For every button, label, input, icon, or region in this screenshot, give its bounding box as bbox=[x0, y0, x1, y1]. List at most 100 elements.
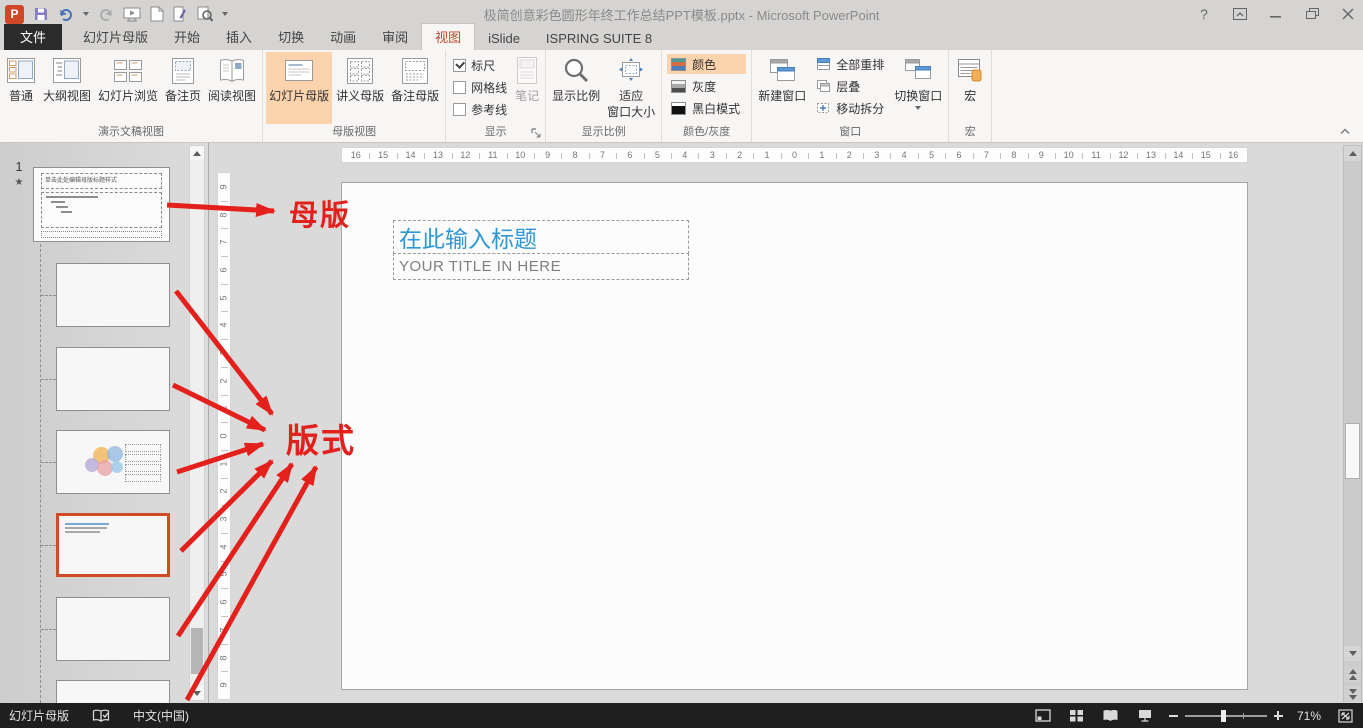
canvas-scrollbar[interactable] bbox=[1343, 145, 1362, 702]
zoom-in-button[interactable] bbox=[1274, 711, 1283, 720]
hruler-number: 11 bbox=[479, 148, 506, 162]
layout-thumbnail-7[interactable] bbox=[56, 680, 170, 703]
black-white-label: 黑白模式 bbox=[692, 100, 740, 117]
normal-view-status-icon[interactable] bbox=[1033, 706, 1053, 726]
arrange-all-button[interactable]: 全部重排 bbox=[812, 54, 888, 74]
slideshow-status-icon[interactable] bbox=[1135, 706, 1155, 726]
tab-切换[interactable]: 切换 bbox=[265, 24, 317, 50]
guides-checkbox[interactable] bbox=[453, 103, 466, 116]
reading-view-status-icon[interactable] bbox=[1101, 706, 1121, 726]
arrange-all-label: 全部重排 bbox=[836, 56, 884, 73]
new-window-button[interactable]: 新建窗口 bbox=[755, 52, 809, 124]
tab-插入[interactable]: 插入 bbox=[213, 24, 265, 50]
ruler-checkbox-row[interactable]: 标尺 bbox=[453, 54, 507, 76]
canvas-scroll-up-icon[interactable] bbox=[1344, 146, 1361, 161]
ruler-checkbox[interactable] bbox=[453, 59, 466, 72]
tab-视图[interactable]: 视图 bbox=[421, 23, 475, 50]
macros-button[interactable]: 宏 bbox=[952, 52, 988, 124]
minimize-button[interactable] bbox=[1267, 5, 1285, 23]
color-mode-button[interactable]: 颜色 bbox=[667, 54, 746, 74]
tab-文件[interactable]: 文件 bbox=[4, 24, 62, 50]
slide-master-button[interactable]: 幻灯片母版 bbox=[266, 52, 332, 124]
zoom-slider-thumb[interactable] bbox=[1221, 710, 1226, 722]
start-slideshow-icon[interactable] bbox=[123, 4, 141, 24]
new-document-icon[interactable] bbox=[150, 4, 164, 24]
undo-dropdown-icon[interactable] bbox=[83, 12, 89, 16]
vertical-ruler: 9876543210123456789 bbox=[217, 172, 231, 700]
save-icon[interactable] bbox=[33, 4, 49, 24]
hruler-number: 4 bbox=[671, 148, 698, 162]
slide-sorter-button[interactable]: 幻灯片浏览 bbox=[95, 52, 161, 124]
title-placeholder[interactable]: 在此输入标题 bbox=[393, 220, 689, 254]
grayscale-button[interactable]: 灰度 bbox=[667, 76, 746, 96]
switch-windows-button[interactable]: 切换窗口 bbox=[891, 52, 945, 124]
reading-view-button[interactable]: 阅读视图 bbox=[205, 52, 259, 124]
layout-thumbnail-4[interactable] bbox=[56, 430, 170, 494]
fit-to-window-button[interactable]: 适应 窗口大小 bbox=[604, 52, 658, 124]
gridlines-checkbox[interactable] bbox=[453, 81, 466, 94]
edit-document-icon[interactable] bbox=[173, 4, 188, 24]
previous-slide-button[interactable] bbox=[1344, 666, 1361, 682]
undo-icon[interactable] bbox=[58, 4, 74, 24]
guides-checkbox-row[interactable]: 参考线 bbox=[453, 98, 507, 120]
tab-幻灯片母版[interactable]: 幻灯片母版 bbox=[70, 24, 161, 50]
next-slide-button[interactable] bbox=[1344, 686, 1361, 702]
layout-thumbnail-2[interactable] bbox=[56, 263, 170, 327]
slide-sorter-status-icon[interactable] bbox=[1067, 706, 1087, 726]
gridlines-checkbox-row[interactable]: 网格线 bbox=[453, 76, 507, 98]
hruler-number: 3 bbox=[698, 148, 725, 162]
zoom-slider[interactable] bbox=[1185, 715, 1267, 717]
connector-stub bbox=[41, 545, 56, 546]
tab-动画[interactable]: 动画 bbox=[317, 24, 369, 50]
subtitle-placeholder[interactable]: YOUR TITLE IN HERE bbox=[393, 253, 689, 280]
cascade-button[interactable]: 层叠 bbox=[812, 76, 888, 96]
tab-开始[interactable]: 开始 bbox=[161, 24, 213, 50]
zoom-out-button[interactable] bbox=[1169, 715, 1178, 717]
tab-审阅[interactable]: 审阅 bbox=[369, 24, 421, 50]
canvas-scroll-down-icon[interactable] bbox=[1344, 646, 1361, 661]
black-white-button[interactable]: 黑白模式 bbox=[667, 98, 746, 118]
slide-editing-canvas[interactable]: 在此输入标题 YOUR TITLE IN HERE bbox=[341, 182, 1248, 690]
vruler-number: 7 bbox=[218, 616, 230, 644]
print-preview-icon[interactable] bbox=[197, 4, 213, 24]
fit-slide-to-window-icon[interactable] bbox=[1335, 706, 1355, 726]
normal-view-button[interactable]: 普通 bbox=[3, 52, 39, 124]
layout-thumbnail-3[interactable] bbox=[56, 347, 170, 411]
panel-scroll-down-icon[interactable] bbox=[190, 686, 204, 700]
slide-master-icon bbox=[283, 55, 315, 87]
zoom-button[interactable]: 显示比例 bbox=[549, 52, 603, 124]
tab-iSlide[interactable]: iSlide bbox=[475, 28, 533, 50]
zoom-level[interactable]: 71% bbox=[1297, 709, 1321, 723]
collapse-ribbon-button[interactable] bbox=[1337, 124, 1353, 138]
panel-scrollbar-thumb[interactable] bbox=[191, 628, 203, 674]
notes-master-button[interactable]: 备注母版 bbox=[388, 52, 442, 124]
canvas-scrollbar-thumb[interactable] bbox=[1345, 423, 1360, 479]
tab-ISPRING SUITE 8[interactable]: ISPRING SUITE 8 bbox=[533, 28, 665, 50]
outline-view-button[interactable]: 大纲视图 bbox=[40, 52, 94, 124]
ribbon-display-options-button[interactable] bbox=[1231, 5, 1249, 23]
move-split-button[interactable]: 移动拆分 bbox=[812, 98, 888, 118]
slide-master-label: 幻灯片母版 bbox=[269, 89, 329, 103]
spell-check-icon[interactable] bbox=[91, 706, 111, 726]
handout-master-button[interactable]: 讲义母版 bbox=[333, 52, 387, 124]
help-button[interactable]: ? bbox=[1195, 5, 1213, 23]
vruler-number: 9 bbox=[218, 671, 230, 699]
powerpoint-window: { "colors":{ "accent_red":"#e3201b","tab… bbox=[0, 0, 1363, 728]
powerpoint-logo-icon[interactable]: P bbox=[5, 5, 24, 24]
panel-scroll-up-icon[interactable] bbox=[190, 146, 204, 160]
restore-button[interactable] bbox=[1303, 5, 1321, 23]
new-window-label: 新建窗口 bbox=[758, 89, 806, 103]
layout-thumbnail-6[interactable] bbox=[56, 597, 170, 661]
group-label-presentation-views: 演示文稿视图 bbox=[0, 125, 262, 142]
handout-master-label: 讲义母版 bbox=[336, 89, 384, 103]
statusbar-language[interactable]: 中文(中国) bbox=[133, 707, 189, 724]
hruler-number: 9 bbox=[1028, 148, 1055, 162]
close-button[interactable] bbox=[1339, 5, 1357, 23]
layout-thumbnail-5[interactable] bbox=[56, 513, 170, 577]
thumbnail-panel-scrollbar[interactable] bbox=[189, 145, 205, 701]
customize-qat-icon[interactable] bbox=[222, 12, 228, 16]
grayscale-label: 灰度 bbox=[692, 78, 716, 95]
show-dialog-launcher-icon[interactable] bbox=[531, 128, 543, 140]
hruler-number: 1 bbox=[808, 148, 835, 162]
notes-page-button[interactable]: 备注页 bbox=[162, 52, 204, 124]
